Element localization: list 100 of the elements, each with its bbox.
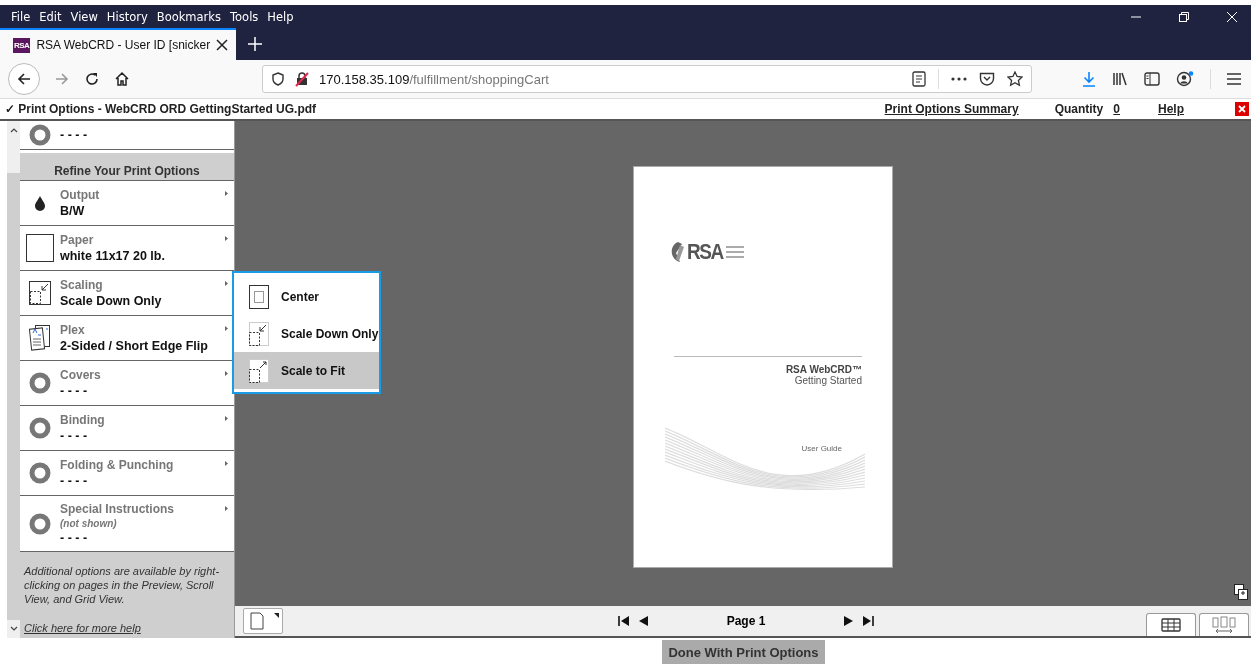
page-view-button[interactable] [243,608,283,634]
site-badge: RSA [13,37,31,53]
close-icon [1238,105,1246,113]
option-value: - - - - [60,128,88,142]
menu-item[interactable]: History [106,9,148,24]
grid-icon [1161,618,1181,632]
option-title: Scaling [60,278,104,292]
address-field[interactable]: 170.158.35.109/fulfillment/shoppingCart [262,65,1032,93]
scroll-down-icon[interactable] [9,626,18,632]
sidebar-icon[interactable] [1144,72,1160,86]
ink-drop-icon [34,195,46,211]
option-value: B/W [60,204,86,218]
close-button[interactable] [1235,102,1249,116]
option-title: Output [60,188,100,202]
close-icon[interactable] [216,39,229,51]
page-export-icon[interactable] [1234,584,1248,600]
submenu-arrow-icon [225,416,228,421]
ring-icon [29,512,51,535]
paper-icon [26,234,54,262]
account-icon[interactable] [1176,71,1194,87]
plus-icon[interactable] [248,37,263,51]
ring-icon [29,417,51,439]
submenu-arrow-icon [225,371,228,376]
page-title: ✓ Print Options - WebCRD ORD GettingStarted UG.pdf [5,102,317,116]
submenu-arrow-icon [225,236,228,241]
logo-drawing: RSA [670,241,744,263]
submenu-arrow-icon [225,326,228,331]
option-value: - - - - [60,429,89,443]
browser-tab[interactable]: RSA RSA WebCRD - User ID [snicker [0,28,237,60]
ring-icon [29,124,51,146]
option-value: Scale Down Only [60,294,162,308]
quantity-link[interactable]: 0 [1113,102,1120,116]
scaling-icon [249,321,269,346]
option-title: Folding & Punching [60,458,174,472]
document-subtitle: Getting Started [793,375,862,386]
option-note: (not shown) [60,518,118,529]
submenu-arrow-icon [225,506,228,511]
document-title: RSA WebCRD™ [784,364,862,375]
submenu-arrow-icon [225,281,228,286]
download-icon[interactable] [1082,71,1096,87]
insecure-lock-icon[interactable] [294,71,310,87]
shield-icon[interactable] [271,72,285,86]
menu-item[interactable]: View [70,9,98,24]
summary-link[interactable]: Print Options Summary [884,102,1019,116]
restore-icon[interactable] [1178,10,1190,23]
option-value: - - - - [60,474,89,488]
section-title: Refine Your Print Options [20,153,234,181]
pocket-icon[interactable] [979,72,995,86]
star-icon[interactable] [1007,71,1023,87]
info-text: Additional options are available by right-clicking on pages in the Preview, Scroll View, and Grid View. [24,564,221,606]
quantity-label: Quantity [1054,102,1104,116]
scaling-icon [29,281,51,305]
previous-page-icon[interactable] [638,615,648,627]
more-icon[interactable] [951,77,967,81]
menu-item[interactable]: Help [267,9,294,24]
ring-icon [29,462,51,484]
pages-row-icon [1212,616,1236,634]
home-icon[interactable] [114,71,130,87]
option-title: Special Instructions [60,502,175,516]
help-link[interactable]: Click here for more help [24,622,230,634]
scale-to-fit-icon [249,358,269,383]
menu-item[interactable]: Bookmarks [156,9,221,24]
library-icon[interactable] [1112,72,1128,86]
last-page-icon[interactable] [862,615,874,627]
menu-item[interactable]: File [11,9,31,24]
option-value: 2-Sided / Short Edge Flip [60,339,208,353]
menu-icon[interactable] [1227,73,1241,85]
document-note: User Guide [801,444,842,453]
submenu-arrow-icon [225,461,228,466]
done-button[interactable]: Done With Print Options [662,640,825,664]
option-title: Binding [60,413,105,427]
option-value: - - - - [60,531,89,545]
duplex-pages-icon [29,325,51,351]
option-title: Plex [60,323,86,337]
reader-view-icon[interactable] [912,71,926,87]
option-value: white 11x17 20 lb. [60,249,165,263]
reload-icon[interactable] [84,71,100,87]
center-page-icon [249,284,269,309]
next-page-icon[interactable] [844,615,854,627]
option-title: Paper [60,233,95,247]
menu-option[interactable]: Scale to Fit [234,352,379,389]
grid-view-tab[interactable] [1146,613,1196,636]
ring-icon [29,372,51,394]
menu-item[interactable]: Edit [39,9,62,24]
scroll-view-tab[interactable] [1199,613,1249,636]
option-item[interactable]: - - - - [20,121,234,150]
option-title: Covers [60,368,101,382]
help-link[interactable]: Help [1158,102,1184,116]
option-value: - - - - [60,384,89,398]
first-page-icon[interactable] [618,615,630,627]
scroll-up-icon[interactable] [9,127,18,133]
back-button[interactable] [8,63,40,95]
document-page[interactable]: RSA RSA WebCRD™ Getting Started User Guide [633,166,893,568]
submenu-arrow-icon [225,191,228,196]
back-arrow-icon [16,71,32,87]
scrollbar[interactable] [7,121,20,638]
tab-title: RSA WebCRD - User ID [snicker [36,38,211,52]
page-label: Page 1 [725,614,767,628]
forward-icon[interactable] [54,71,70,87]
menu-item[interactable]: Tools [230,9,259,24]
